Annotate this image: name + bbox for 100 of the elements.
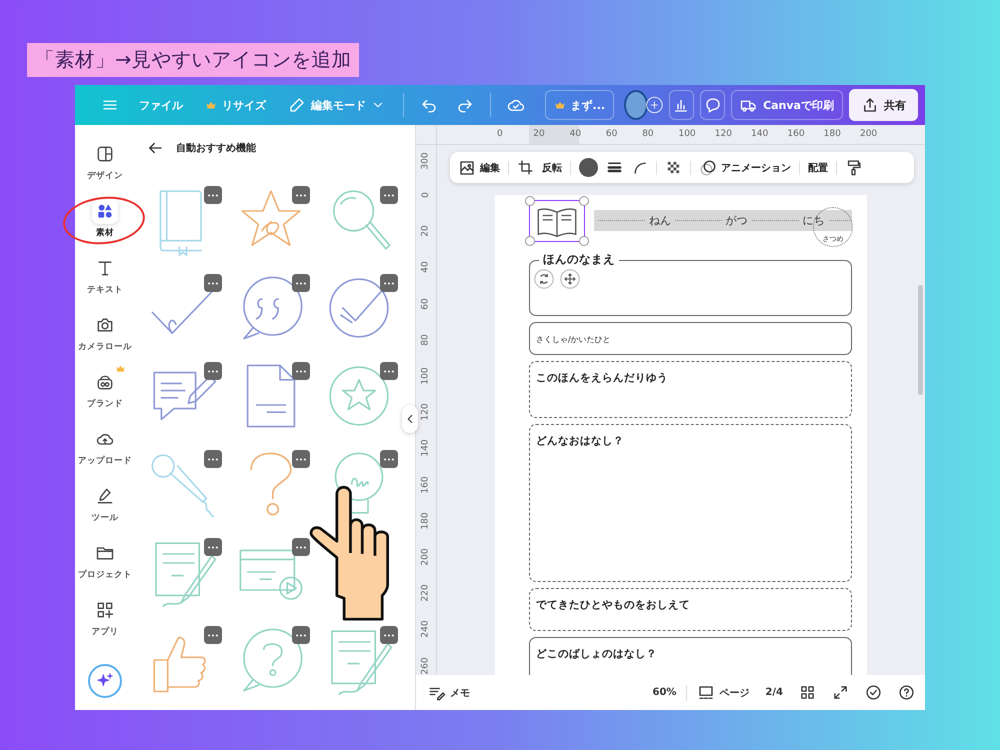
share-icon (861, 96, 879, 114)
ruler-label: 260 (421, 656, 431, 674)
plus-icon[interactable] (646, 94, 663, 116)
tools-icon (95, 486, 115, 506)
design-title-button[interactable]: まず... (544, 90, 614, 120)
more-button[interactable] (292, 186, 310, 204)
sidebar-item[interactable]: プロジェクト (75, 540, 135, 597)
more-button[interactable] (204, 362, 222, 380)
ellipsis-icon (206, 544, 220, 550)
more-button[interactable] (292, 362, 310, 380)
sidebar-item[interactable]: ツール (75, 483, 135, 540)
position-button[interactable]: 配置 (808, 160, 828, 174)
more-button[interactable] (292, 626, 310, 644)
ellipsis-icon (294, 456, 308, 462)
sidebar-item[interactable]: カメラロール (75, 312, 135, 369)
pages-button[interactable]: ページ (697, 684, 750, 702)
more-button[interactable] (380, 362, 398, 380)
ellipsis-icon (294, 632, 308, 638)
insights-button[interactable] (668, 90, 694, 120)
ruler-label: 120 (421, 404, 431, 421)
sidebar-item[interactable]: アプリ (75, 597, 135, 654)
comment-button[interactable] (700, 90, 726, 120)
rotate-icon[interactable] (534, 269, 554, 289)
fullscreen-icon[interactable] (832, 684, 849, 701)
collapse-handle[interactable] (402, 405, 418, 433)
box-prompt: このほんをえらんだりゆう (536, 372, 668, 384)
ruler-label: 160 (421, 476, 431, 494)
move-icon[interactable] (560, 269, 580, 289)
resize-handle[interactable] (525, 236, 535, 246)
more-button[interactable] (204, 538, 222, 556)
resize-handle[interactable] (579, 236, 589, 246)
more-button[interactable] (380, 274, 398, 292)
more-button[interactable] (204, 186, 222, 204)
more-button[interactable] (292, 538, 310, 556)
design-icon (95, 144, 115, 164)
ruler-label: 140 (751, 128, 770, 141)
help-icon[interactable] (898, 684, 915, 701)
ellipsis-icon (382, 368, 396, 374)
answer-box[interactable]: でてきたひとやものをおしえて (529, 588, 852, 631)
animation-button[interactable]: アニメーション (699, 158, 791, 176)
more-button[interactable] (380, 626, 398, 644)
print-button[interactable]: Canvaで印刷 (731, 90, 843, 120)
ruler-label: 100 (421, 367, 431, 385)
box-prompt: でてきたひとやものをおしえて (536, 599, 690, 611)
ellipsis-icon (206, 632, 220, 638)
ellipsis-icon (382, 280, 396, 286)
ellipsis-icon (206, 456, 220, 462)
ruler-label: 180 (824, 128, 842, 141)
apps-icon (95, 600, 115, 620)
answer-box[interactable]: さくしゃ/かいたひと (529, 322, 852, 355)
sidebar-item[interactable]: 素材 (75, 198, 135, 255)
more-button[interactable] (204, 450, 222, 468)
ruler-label: 200 (421, 548, 431, 566)
more-button[interactable] (204, 274, 222, 292)
sidebar-item[interactable]: ブランド (75, 369, 135, 426)
color-swatch[interactable] (579, 158, 598, 177)
ruler-label: 20 (421, 226, 431, 237)
zoom-button[interactable]: 60% (652, 687, 676, 698)
more-button[interactable] (380, 450, 398, 468)
more-button[interactable] (292, 274, 310, 292)
ellipsis-icon (206, 368, 220, 374)
scrollbar[interactable] (918, 285, 923, 395)
more-button[interactable] (292, 450, 310, 468)
ellipsis-icon (206, 192, 220, 198)
answer-box[interactable]: どんなおはなし？ (529, 424, 852, 582)
box-prompt: どんなおはなし？ (536, 435, 624, 447)
ellipsis-icon (294, 544, 308, 550)
more-button[interactable] (380, 186, 398, 204)
crop-icon[interactable] (517, 159, 534, 176)
ellipsis-icon (294, 280, 308, 286)
edit-image-button[interactable]: 編集 (458, 158, 500, 176)
ruler-label: 60 (421, 298, 431, 310)
ruler-label: 60 (606, 128, 618, 141)
share-button[interactable]: 共有 (849, 89, 918, 121)
ellipsis-icon (294, 192, 308, 198)
resize-handle[interactable] (525, 196, 535, 206)
more-button[interactable] (204, 626, 222, 644)
page-counter: 2/4 (765, 687, 783, 698)
sidebar-item[interactable]: テキスト (75, 255, 135, 312)
sidebar-item[interactable]: デザイン (75, 141, 135, 198)
image-icon (458, 158, 476, 176)
grid-view-icon[interactable] (799, 684, 816, 701)
ellipsis-icon (294, 368, 308, 374)
answer-box[interactable]: このほんをえらんだりゆう (529, 361, 852, 418)
paint-roller-icon[interactable] (845, 159, 862, 176)
box-prompt: どこのばしょのはなし？ (536, 648, 657, 660)
ruler-label: 0 (497, 128, 504, 141)
ruler-label: 40 (570, 128, 582, 141)
transparency-icon[interactable] (665, 159, 682, 176)
ruler-label: 160 (787, 128, 806, 141)
sidebar-item[interactable]: アップロード (75, 426, 135, 483)
resize-handle[interactable] (579, 196, 589, 206)
magic-button[interactable] (88, 664, 122, 698)
date-label: がつ (726, 213, 748, 228)
check-circle-icon[interactable] (865, 684, 882, 701)
ruler-label: 80 (642, 128, 655, 141)
ruler-label: 120 (714, 128, 733, 141)
flip-button[interactable]: 反転 (542, 160, 562, 174)
pencil-icon (288, 96, 306, 114)
notes-button[interactable]: メモ (428, 684, 470, 702)
